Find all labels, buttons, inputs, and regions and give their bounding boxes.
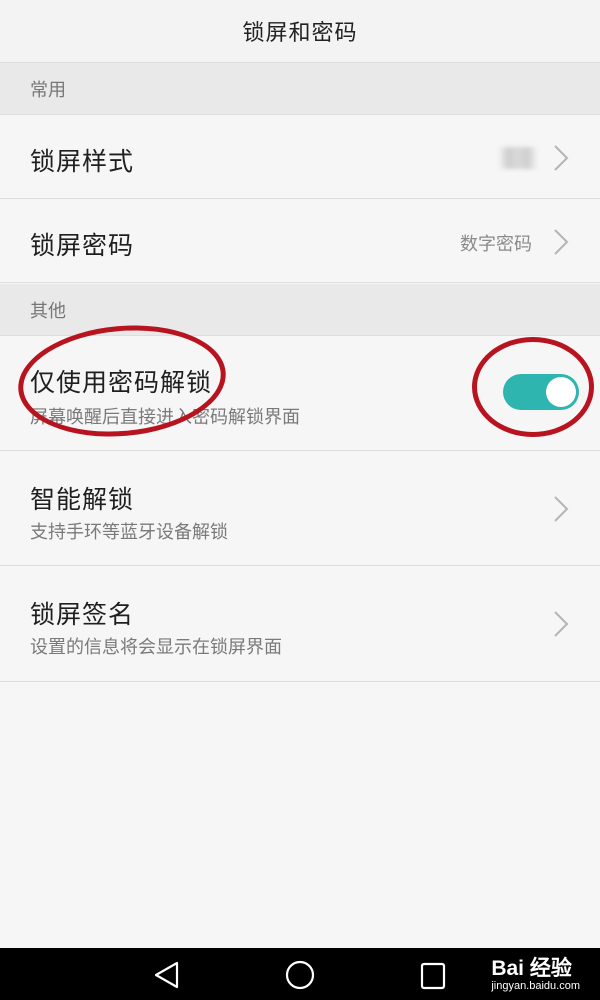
baidu-jingyan-watermark: Bai 经验 jingyan.baidu.com <box>491 952 580 992</box>
section-header-other: 其他 <box>0 284 600 336</box>
row-sublabel-lock-signature: 设置的信息将会显示在锁屏界面 <box>30 637 282 658</box>
circle-home-icon[interactable] <box>284 960 316 992</box>
watermark-logo: Bai 经验 <box>491 957 572 980</box>
chevron-right-icon <box>554 229 569 255</box>
section-header-common: 常用 <box>0 63 600 115</box>
section-label-other: 其他 <box>30 300 66 322</box>
row-label-password-only: 仅使用密码解锁 <box>30 368 213 397</box>
chevron-right-icon <box>554 611 569 637</box>
row-sublabel-smart-unlock: 支持手环等蓝牙设备解锁 <box>30 522 228 543</box>
row-sublabel-password-only: 屏幕唤醒后直接进入密码解锁界面 <box>30 407 300 428</box>
password-only-toggle[interactable] <box>503 374 579 410</box>
settings-row-password-only[interactable]: 仅使用密码解锁 屏幕唤醒后直接进入密码解锁界面 <box>0 337 600 451</box>
section-label-common: 常用 <box>30 79 66 101</box>
row-value-lock-password: 数字密码 <box>460 234 532 255</box>
system-nav-bar: Bai 经验 jingyan.baidu.com <box>0 948 600 1000</box>
row-label-smart-unlock: 智能解锁 <box>30 485 135 514</box>
toggle-knob <box>546 377 576 407</box>
watermark-url: jingyan.baidu.com <box>491 980 580 992</box>
row-label-lock-style: 锁屏样式 <box>30 147 135 176</box>
settings-row-lock-signature[interactable]: 锁屏签名 设置的信息将会显示在锁屏界面 <box>0 567 600 682</box>
row-label-lock-password: 锁屏密码 <box>30 231 135 260</box>
settings-row-lock-password[interactable]: 锁屏密码 数字密码 <box>0 200 600 283</box>
settings-row-lock-style[interactable]: 锁屏样式 <box>0 116 600 199</box>
row-label-lock-signature: 锁屏签名 <box>30 600 135 629</box>
title-bar: 锁屏和密码 <box>0 0 600 63</box>
chevron-right-icon <box>554 496 569 522</box>
settings-row-smart-unlock[interactable]: 智能解锁 支持手环等蓝牙设备解锁 <box>0 452 600 566</box>
page-title: 锁屏和密码 <box>242 21 358 46</box>
triangle-back-icon[interactable] <box>152 960 182 990</box>
blurred-value <box>498 147 538 169</box>
square-recents-icon[interactable] <box>420 962 448 990</box>
settings-screen: 锁屏和密码 常用 锁屏样式 锁屏密码 数字密码 其他 仅使用密码解锁 屏幕唤醒后… <box>0 0 600 1000</box>
chevron-right-icon <box>554 145 569 171</box>
